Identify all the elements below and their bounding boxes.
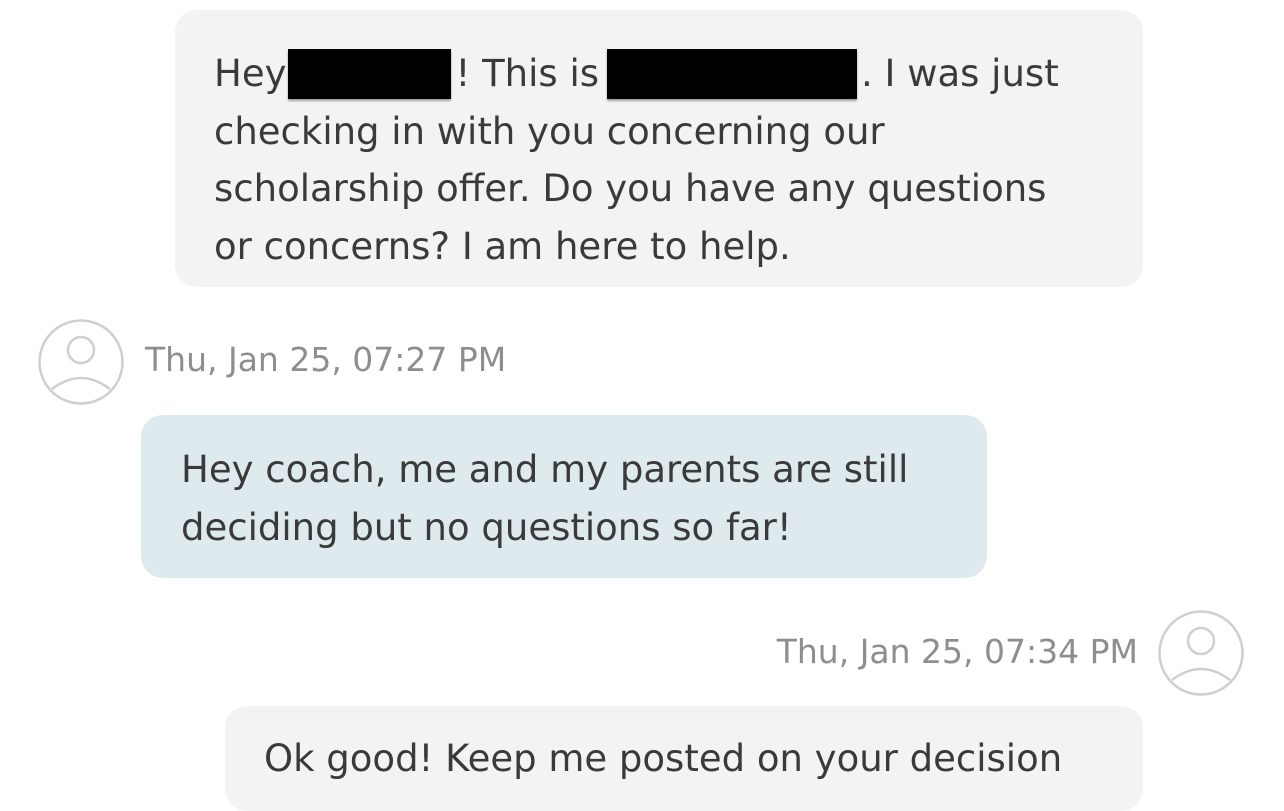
message-line: Ok good! Keep me posted on your decision [264, 737, 1063, 780]
message-bubble-athlete: Hey coach, me and my parents are still d… [141, 415, 987, 578]
message-line: scholarship offer. Do you have any quest… [214, 167, 1047, 210]
user-avatar-icon[interactable] [1158, 610, 1244, 696]
message-text: ! This is [455, 52, 600, 95]
message-line: Hey ! This is . I was just [214, 45, 1143, 103]
message-line: Hey coach, me and my parents are still [181, 448, 909, 491]
message-text: . I was just [861, 52, 1059, 95]
message-text: Hey [214, 52, 287, 95]
message-bubble-coach-2: Ok good! Keep me posted on your decision [225, 706, 1143, 811]
user-avatar-icon[interactable] [38, 319, 124, 405]
message-line: deciding but no questions so far! [181, 505, 792, 549]
message-line: or concerns? I am here to help. [214, 224, 791, 268]
redacted-name-block [288, 49, 452, 99]
message-timestamp: Thu, Jan 25, 07:27 PM [145, 340, 507, 379]
redacted-name-block [607, 49, 858, 99]
message-line: checking in with you concerning our [214, 109, 885, 153]
message-timestamp: Thu, Jan 25, 07:34 PM [776, 632, 1138, 671]
message-bubble-coach-1: Hey ! This is . I was just checking in wit… [175, 10, 1143, 287]
